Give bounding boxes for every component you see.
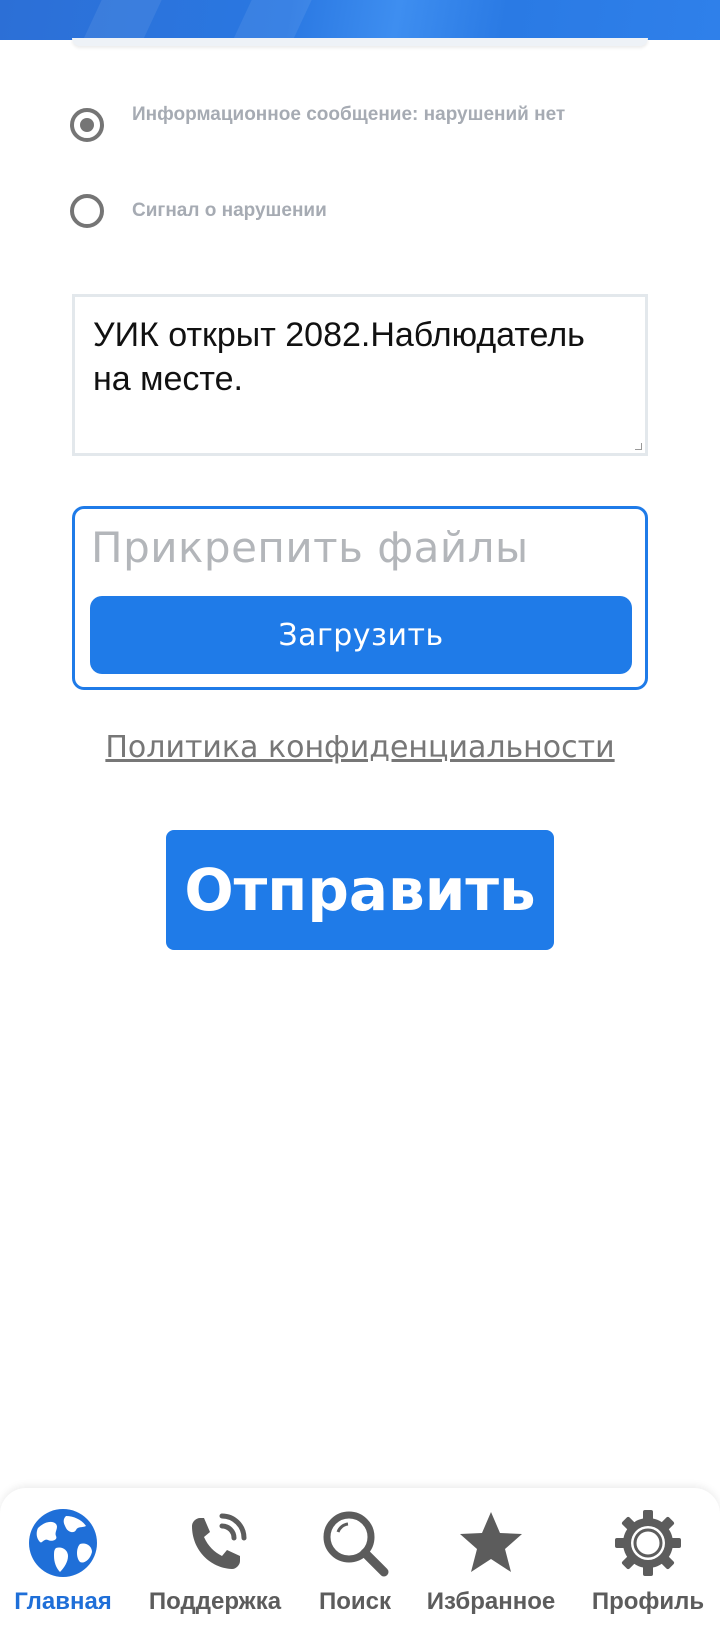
banner-decoration <box>73 0 167 40</box>
nav-item-favorites[interactable]: Избранное <box>416 1488 566 1639</box>
nav-item-profile[interactable]: Профиль <box>576 1488 720 1639</box>
bottom-navigation: Главная Поддержка Поиск Избранное Профил… <box>0 1488 720 1639</box>
attach-files-panel: Прикрепить файлы Загрузить <box>72 506 648 690</box>
nav-label-home: Главная <box>14 1588 112 1615</box>
radio-option-info[interactable]: Информационное сообщение: нарушений нет <box>70 104 572 142</box>
globe-icon <box>29 1509 97 1577</box>
star-icon <box>460 1512 522 1572</box>
nav-label-favorites: Избранное <box>426 1588 556 1615</box>
message-textarea[interactable]: УИК открыт 2082.Наблюдатель на месте. <box>72 294 648 456</box>
radio-label-info: Информационное сообщение: нарушений нет <box>132 104 566 125</box>
banner-decoration <box>223 0 317 40</box>
nav-label-support: Поддержка <box>148 1588 282 1615</box>
radio-button-unselected[interactable] <box>70 194 104 228</box>
nav-label-profile: Профиль <box>591 1588 705 1615</box>
resize-handle-icon[interactable] <box>635 443 642 450</box>
phone-icon <box>192 1513 247 1569</box>
header-banner <box>0 0 720 40</box>
privacy-policy-link[interactable]: Политика конфиденциальности <box>0 730 720 765</box>
upload-button[interactable]: Загрузить <box>90 596 632 674</box>
radio-option-violation[interactable]: Сигнал о нарушении <box>70 194 572 228</box>
nav-label-search: Поиск <box>318 1588 392 1615</box>
nav-item-home[interactable]: Главная <box>0 1488 126 1639</box>
header-card-edge <box>72 38 648 46</box>
nav-item-support[interactable]: Поддержка <box>142 1488 288 1639</box>
submit-button[interactable]: Отправить <box>166 830 554 950</box>
attach-files-title: Прикрепить файлы <box>91 523 529 572</box>
radio-label-violation: Сигнал о нарушении <box>132 200 327 221</box>
search-icon <box>323 1511 389 1577</box>
gear-icon <box>615 1510 681 1576</box>
radio-button-selected[interactable] <box>70 108 104 142</box>
message-text[interactable]: УИК открыт 2082.Наблюдатель на месте. <box>93 313 631 401</box>
nav-item-search[interactable]: Поиск <box>300 1488 410 1639</box>
